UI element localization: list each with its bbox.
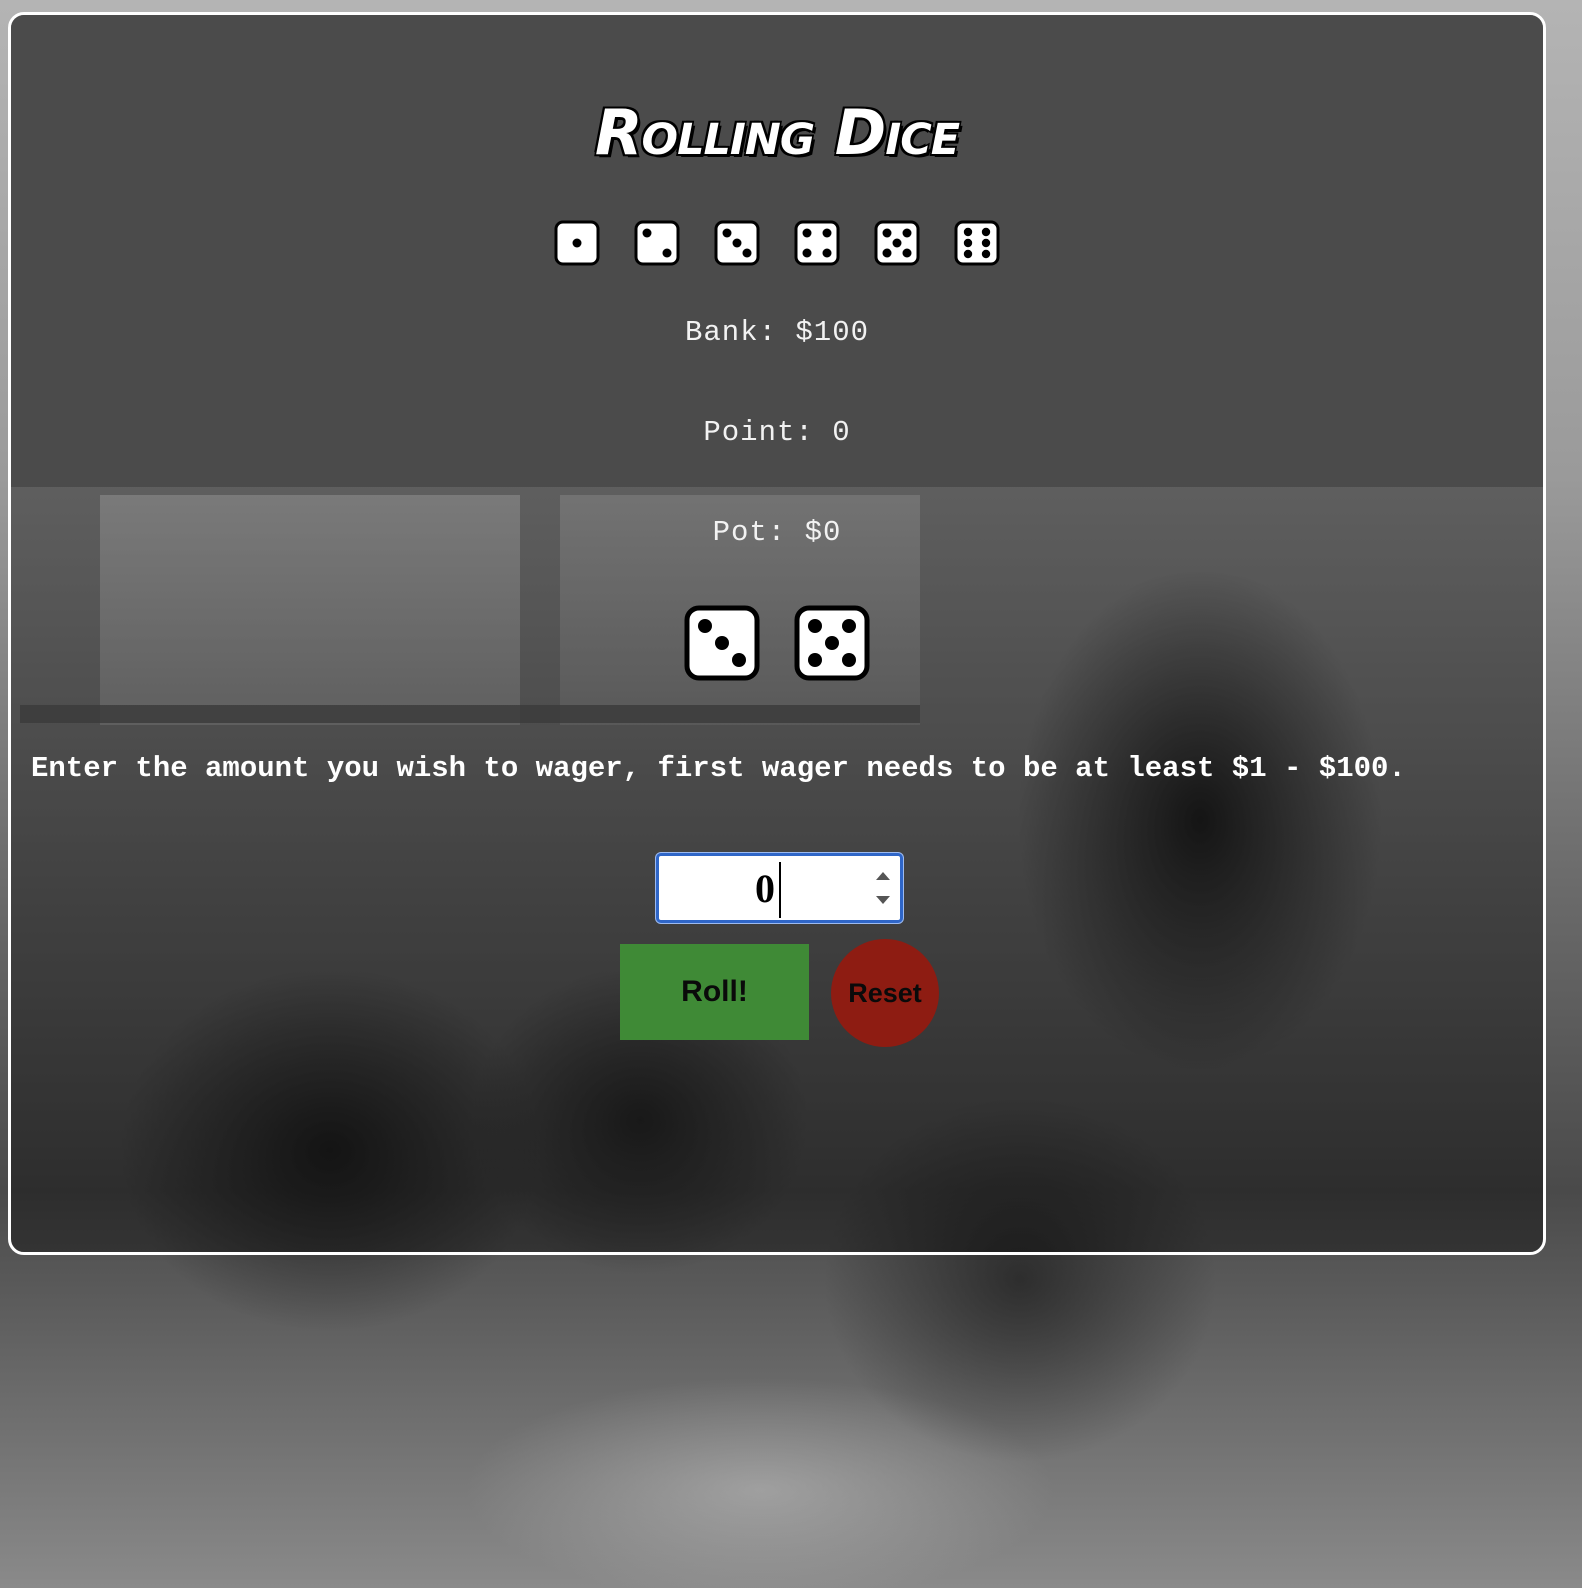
- die-five-icon: [874, 220, 920, 266]
- die-six-icon: [954, 220, 1000, 266]
- game-panel: Rolling Dice Bank: $100 Point: 0 Pot: $0…: [8, 12, 1546, 1255]
- text-caret: [779, 862, 781, 918]
- spinner-down-icon[interactable]: [876, 896, 890, 904]
- bank-amount: Bank: $100: [684, 316, 870, 349]
- die-one-icon: [554, 220, 600, 266]
- rolled-dice: [11, 605, 1543, 681]
- wager-instructions: Enter the amount you wish to wager, firs…: [31, 752, 1406, 785]
- point-value: Point: 0: [703, 416, 851, 449]
- number-spinner[interactable]: [870, 864, 894, 914]
- dice-faces-row: [11, 220, 1543, 266]
- wager-input[interactable]: 0: [656, 853, 903, 923]
- die-three-icon: [684, 605, 760, 681]
- die-five-icon: [794, 605, 870, 681]
- reset-button[interactable]: Reset: [831, 939, 939, 1047]
- pot-amount: Pot: $0: [712, 516, 842, 549]
- die-four-icon: [794, 220, 840, 266]
- wager-input-value: 0: [755, 866, 775, 911]
- page-title: Rolling Dice: [593, 95, 961, 171]
- die-two-icon: [634, 220, 680, 266]
- roll-button[interactable]: Roll!: [620, 944, 809, 1040]
- die-three-icon: [714, 220, 760, 266]
- spinner-up-icon[interactable]: [876, 872, 890, 880]
